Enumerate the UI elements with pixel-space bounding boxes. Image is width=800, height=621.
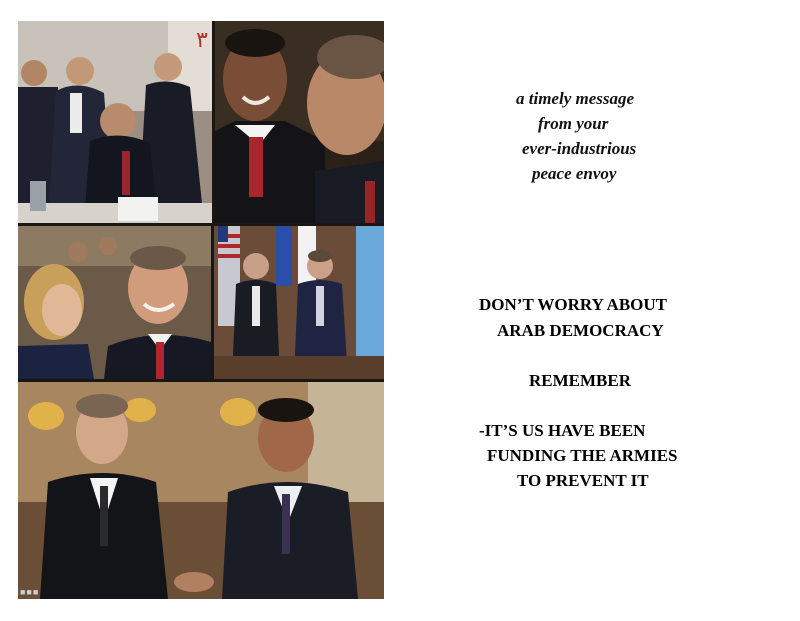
statement-line: -IT’S US HAVE BEEN <box>479 421 646 440</box>
photo-handshake: ■■■ <box>18 382 384 599</box>
summit-sign-text: ٣ <box>196 28 208 53</box>
statement-line: DON’T WORRY ABOUT <box>479 295 668 314</box>
envoy-message: a timely message from your ever-industri… <box>470 86 710 186</box>
photo-conversation <box>18 226 211 379</box>
statement-remember: REMEMBER <box>529 371 631 390</box>
message-line: a timely message <box>516 89 635 108</box>
message-line: from your <box>538 114 609 133</box>
statement-line: FUNDING THE ARMIES <box>487 446 678 465</box>
photo-watermark: ■■■ <box>20 587 40 597</box>
photo-collage: ٣ ■■■ <box>18 21 384 599</box>
photo-closeup <box>215 21 384 223</box>
message-line: ever-industrious <box>522 139 637 158</box>
message-line: peace envoy <box>532 164 617 183</box>
statement-line: TO PREVENT IT <box>517 471 649 490</box>
photo-flags <box>214 226 384 379</box>
photo-summit-embrace: ٣ <box>18 21 212 223</box>
statement-line: ARAB DEMOCRACY <box>497 321 664 340</box>
